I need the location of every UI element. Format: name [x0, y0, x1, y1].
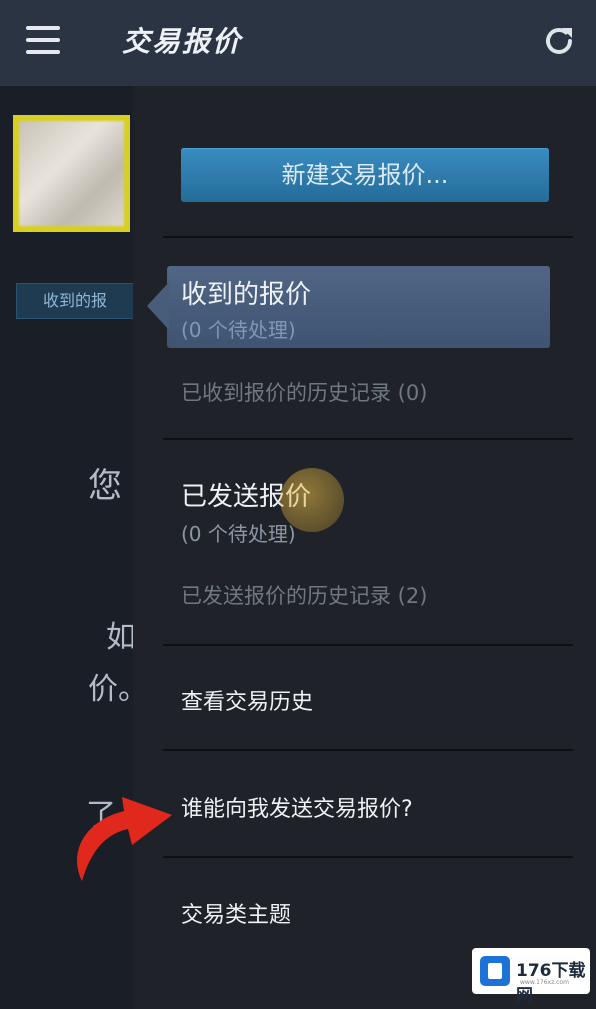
divider — [163, 644, 573, 646]
menu-item-received-offers[interactable]: 收到的报价 (0 个待处理) — [147, 266, 550, 348]
menu-item-trading-topics[interactable]: 交易类主题 — [181, 897, 291, 929]
background-text-fragment: 您 — [88, 466, 122, 506]
menu-item-trade-history[interactable]: 查看交易历史 — [181, 684, 313, 716]
menu-item-who-can-send-offers[interactable]: 谁能向我发送交易报价? — [181, 791, 413, 823]
divider — [163, 438, 573, 440]
annotation-arrow-icon — [77, 797, 172, 881]
logo-icon — [480, 956, 510, 986]
sent-offers-history-link[interactable]: 已发送报价的历史记录 (2) — [181, 580, 427, 610]
refresh-icon[interactable] — [540, 22, 578, 60]
new-trade-offer-button[interactable]: 新建交易报价... — [181, 148, 549, 202]
avatar — [13, 115, 130, 232]
background-text-fragment: 如 — [106, 620, 136, 655]
tab-received-offers[interactable]: 收到的报 — [16, 283, 134, 319]
divider — [163, 856, 573, 858]
watermark-url: www.176xz.com — [520, 979, 569, 986]
divider — [163, 236, 573, 238]
selection-pointer — [147, 282, 169, 330]
received-pending-count: (0 个待处理) — [181, 318, 296, 342]
trade-offers-menu: 新建交易报价... 收到的报价 (0 个待处理) 已收到报价的历史记录 (0) … — [133, 86, 596, 1009]
sent-pending-count: (0 个待处理) — [181, 522, 296, 546]
received-offers-label: 收到的报价 — [181, 280, 312, 310]
hamburger-icon[interactable] — [26, 26, 60, 54]
touch-highlight — [280, 468, 344, 532]
watermark-logo: 176下载网 www.176xz.com — [472, 948, 590, 1006]
page-title: 交易报价 — [122, 25, 243, 58]
received-offers-history-link[interactable]: 已收到报价的历史记录 (0) — [181, 377, 427, 407]
app-header: 交易报价 — [0, 0, 596, 87]
divider — [163, 749, 573, 751]
